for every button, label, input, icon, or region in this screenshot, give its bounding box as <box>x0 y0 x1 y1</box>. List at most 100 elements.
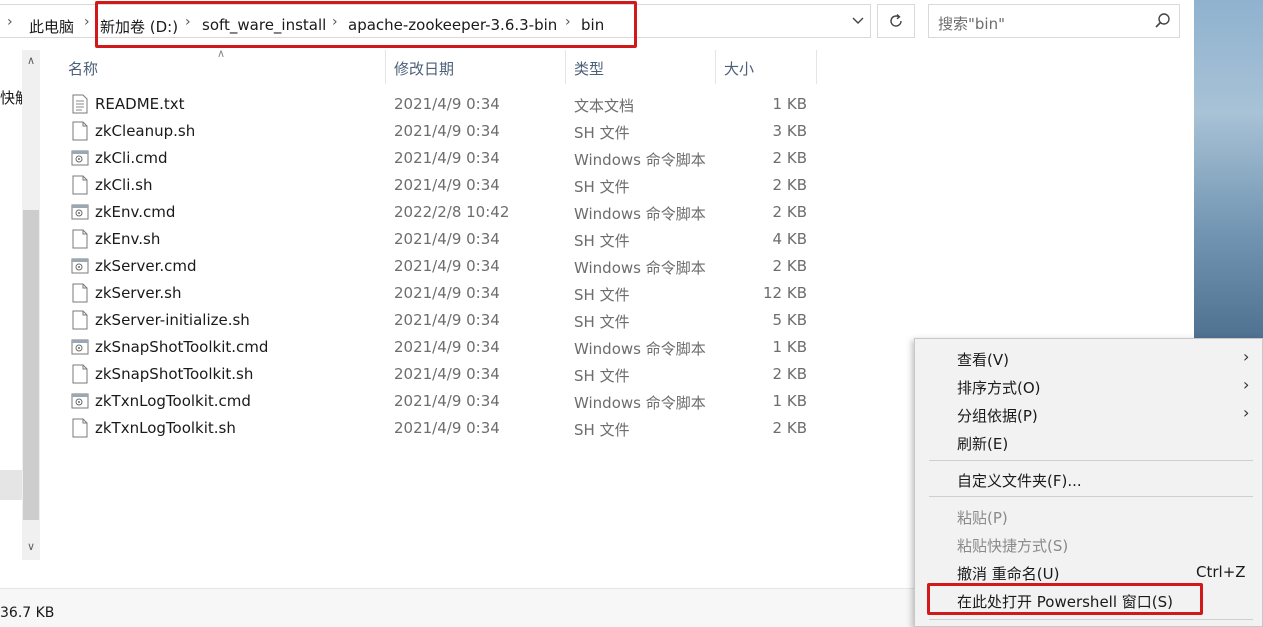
file-type: Windows 命令脚本 <box>574 205 706 223</box>
file-row[interactable]: zkCleanup.sh 2021/4/9 0:34 SH 文件 3 KB <box>60 118 820 145</box>
cmd-script-icon <box>71 204 89 220</box>
nav-selected-item[interactable] <box>0 470 22 500</box>
menu-item-label: 刷新(E) <box>957 435 1009 453</box>
cmd-script-icon <box>71 339 89 355</box>
cmd-script-icon <box>71 150 89 166</box>
file-type: 文本文档 <box>574 97 635 115</box>
file-row[interactable]: zkSnapShotToolkit.cmd 2021/4/9 0:34 Window… <box>60 334 820 361</box>
file-icon <box>72 283 88 303</box>
cmd-script-icon <box>71 393 89 409</box>
file-type: SH 文件 <box>574 124 630 142</box>
file-size: 2 KB <box>772 203 807 221</box>
file-icon <box>72 229 88 249</box>
file-row[interactable]: zkTxnLogToolkit.sh 2021/4/9 0:34 SH 文件 2 KB <box>60 415 820 442</box>
menu-item-label: 撤消 重命名(U) <box>957 565 1060 583</box>
file-name: zkSnapShotToolkit.sh <box>95 365 254 383</box>
menu-separator <box>929 460 1253 461</box>
file-type: SH 文件 <box>574 178 630 196</box>
file-icon <box>72 310 88 330</box>
file-date: 2021/4/9 0:34 <box>394 257 500 275</box>
file-name: zkTxnLogToolkit.cmd <box>95 392 251 410</box>
file-name: zkEnv.cmd <box>95 203 176 221</box>
menu-separator <box>929 496 1253 497</box>
file-size: 2 KB <box>772 419 807 437</box>
status-size-text: 36.7 KB <box>0 605 55 621</box>
file-date: 2021/4/9 0:34 <box>394 149 500 167</box>
file-date: 2021/4/9 0:34 <box>394 230 500 248</box>
column-name-label: 名称 <box>68 60 99 78</box>
file-icon <box>72 364 88 384</box>
column-header-date[interactable]: 修改日期 <box>386 50 566 84</box>
scroll-down-icon[interactable]: ∨ <box>22 540 40 560</box>
search-placeholder: 搜索"bin" <box>938 15 1005 33</box>
file-row[interactable]: zkSnapShotToolkit.sh 2021/4/9 0:34 SH 文件 2 … <box>60 361 820 388</box>
menu-shortcut: Ctrl+Z <box>1196 563 1246 581</box>
file-name: zkServer.sh <box>95 284 182 302</box>
file-size: 2 KB <box>772 176 807 194</box>
submenu-arrow-icon: › <box>1243 403 1250 422</box>
column-type-label: 类型 <box>574 60 605 78</box>
file-size: 12 KB <box>763 284 807 302</box>
file-date: 2021/4/9 0:34 <box>394 338 500 356</box>
file-row[interactable]: zkServer.sh 2021/4/9 0:34 SH 文件 12 KB <box>60 280 820 307</box>
submenu-arrow-icon: › <box>1243 375 1250 394</box>
breadcrumb-this-pc[interactable]: 此电脑 <box>29 16 74 37</box>
menu-item-customize-folder[interactable]: 自定义文件夹(F)... <box>915 465 1263 493</box>
menu-separator <box>929 619 1253 620</box>
file-type: SH 文件 <box>574 421 630 439</box>
file-row[interactable]: zkCli.sh 2021/4/9 0:34 SH 文件 2 KB <box>60 172 820 199</box>
menu-item-label: 粘贴快捷方式(S) <box>957 537 1069 555</box>
menu-item-view[interactable]: 查看(V) › <box>915 344 1263 372</box>
file-size: 5 KB <box>772 311 807 329</box>
menu-item-label: 粘贴(P) <box>957 509 1008 527</box>
refresh-button[interactable] <box>877 4 915 38</box>
file-date: 2021/4/9 0:34 <box>394 365 500 383</box>
file-name: zkCli.cmd <box>95 149 168 167</box>
file-size: 4 KB <box>772 230 807 248</box>
menu-item-group-by[interactable]: 分组依据(P) › <box>915 400 1263 428</box>
chevron-right-icon[interactable]: › <box>7 14 13 30</box>
file-name: zkServer.cmd <box>95 257 197 275</box>
file-date: 2021/4/9 0:34 <box>394 392 500 410</box>
file-row[interactable]: zkServer-initialize.sh 2021/4/9 0:34 SH 文件… <box>60 307 820 334</box>
file-size: 2 KB <box>772 257 807 275</box>
menu-item-sort-by[interactable]: 排序方式(O) › <box>915 372 1263 400</box>
file-row[interactable]: README.txt 2021/4/9 0:34 文本文档 1 KB <box>60 91 820 118</box>
menu-item-label: 自定义文件夹(F)... <box>957 472 1082 490</box>
powershell-highlight-box <box>927 583 1203 615</box>
file-type: SH 文件 <box>574 232 630 250</box>
menu-item-paste-shortcut[interactable]: 粘贴快捷方式(S) <box>915 530 1263 558</box>
file-row[interactable]: zkTxnLogToolkit.cmd 2021/4/9 0:34 Windows … <box>60 388 820 415</box>
file-size: 2 KB <box>772 365 807 383</box>
nav-scrollbar-thumb[interactable] <box>23 210 39 520</box>
column-header-type[interactable]: 类型 <box>566 50 716 84</box>
file-icon <box>72 175 88 195</box>
file-type: Windows 命令脚本 <box>574 151 706 169</box>
file-date: 2021/4/9 0:34 <box>394 122 500 140</box>
chevron-down-icon <box>852 17 864 24</box>
menu-item-label: 排序方式(O) <box>957 379 1041 397</box>
file-row[interactable]: zkCli.cmd 2021/4/9 0:34 Windows 命令脚本 2 KB <box>60 145 820 172</box>
file-size: 2 KB <box>772 149 807 167</box>
file-size: 3 KB <box>772 122 807 140</box>
menu-item-refresh[interactable]: 刷新(E) <box>915 428 1263 456</box>
chevron-right-icon[interactable]: › <box>84 14 90 30</box>
scroll-up-icon[interactable]: ∧ <box>22 54 40 74</box>
column-size-label: 大小 <box>724 60 755 78</box>
address-highlight-box <box>95 1 637 48</box>
search-input[interactable]: 搜索"bin" <box>928 4 1180 38</box>
file-row[interactable]: zkEnv.sh 2021/4/9 0:34 SH 文件 4 KB <box>60 226 820 253</box>
file-type: SH 文件 <box>574 286 630 304</box>
file-size: 1 KB <box>772 338 807 356</box>
column-header-size[interactable]: 大小 <box>716 50 817 84</box>
menu-item-paste[interactable]: 粘贴(P) <box>915 502 1263 530</box>
search-icon[interactable] <box>1153 11 1173 31</box>
file-name: README.txt <box>95 95 185 113</box>
file-date: 2021/4/9 0:34 <box>394 95 500 113</box>
nav-item-label[interactable]: 快解 <box>0 87 22 108</box>
address-history-dropdown[interactable] <box>843 4 873 38</box>
file-row[interactable]: zkServer.cmd 2021/4/9 0:34 Windows 命令脚本 2 K… <box>60 253 820 280</box>
file-icon <box>72 418 88 438</box>
menu-item-undo-rename[interactable]: 撤消 重命名(U) Ctrl+Z <box>915 558 1263 586</box>
file-row[interactable]: zkEnv.cmd 2022/2/8 10:42 Windows 命令脚本 2 KB <box>60 199 820 226</box>
